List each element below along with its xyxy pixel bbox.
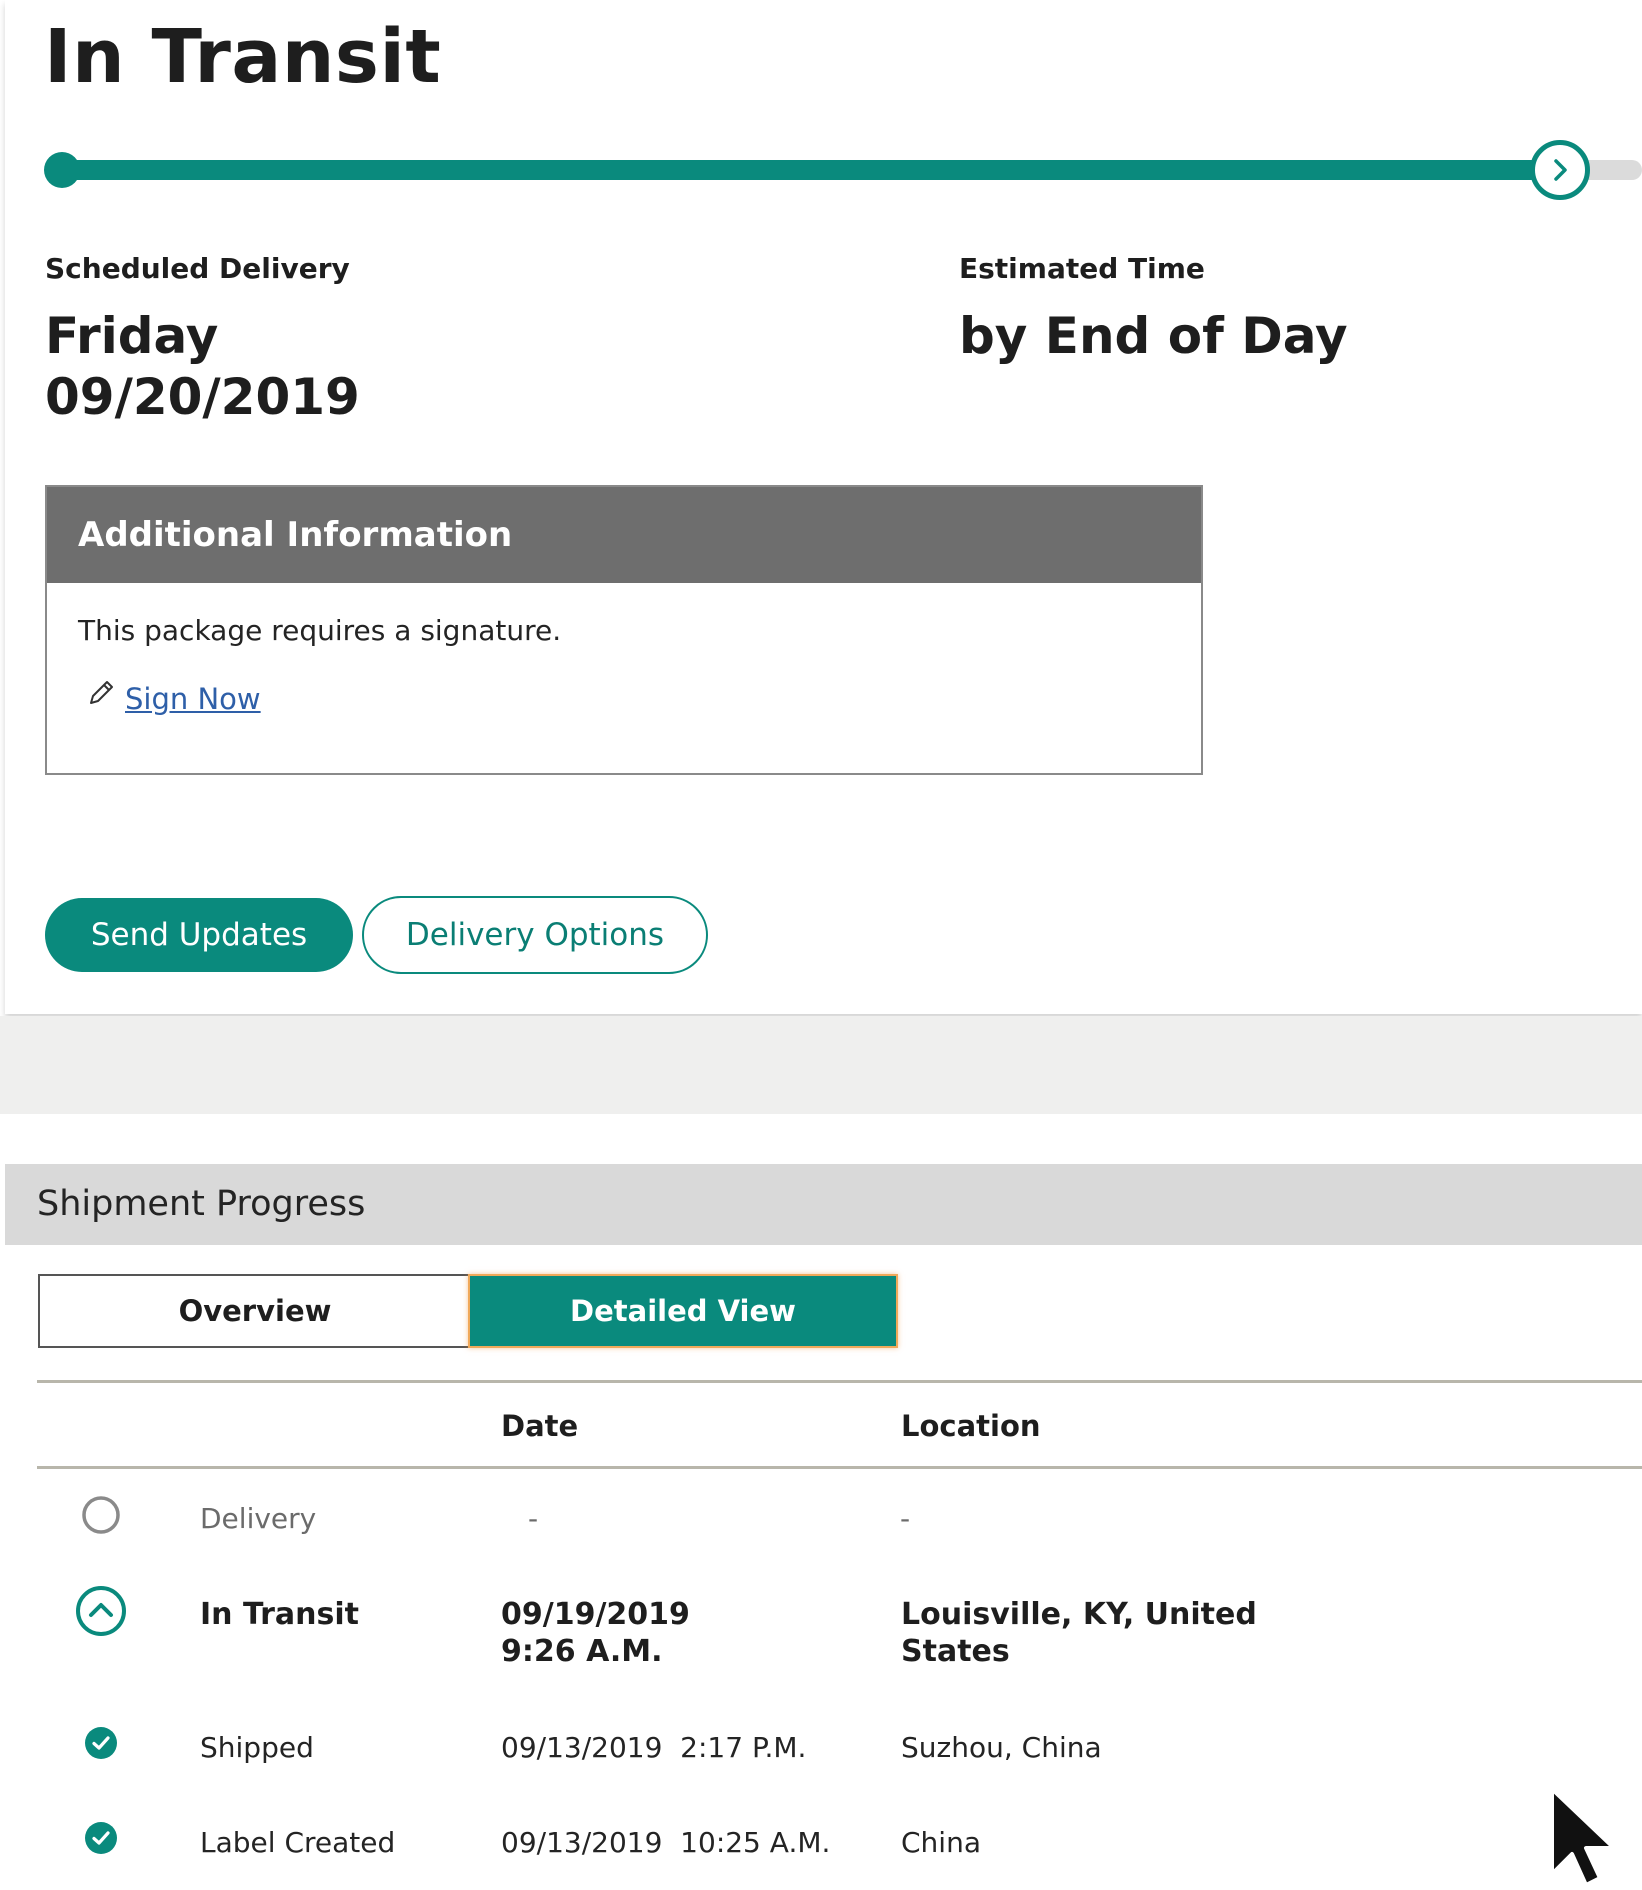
mouse-cursor-icon <box>1550 1787 1616 1887</box>
event-location-line2: States <box>901 1634 1010 1669</box>
tab-detailed-view[interactable]: Detailed View <box>468 1274 898 1348</box>
additional-info-header: Additional Information <box>47 487 1201 583</box>
location-column-header: Location <box>901 1409 1041 1443</box>
progress-track-fill <box>62 160 1563 180</box>
event-status: In Transit <box>200 1597 360 1632</box>
event-date: - <box>528 1502 539 1535</box>
event-time: 9:26 A.M. <box>501 1634 663 1669</box>
chevron-right-icon <box>1554 159 1567 181</box>
table-top-rule <box>37 1380 1642 1383</box>
event-status: Label Created <box>200 1826 396 1859</box>
pencil-icon <box>90 681 113 704</box>
event-location: Louisville, KY, United <box>901 1597 1257 1632</box>
chevron-up-circle-icon[interactable] <box>74 1584 128 1638</box>
event-status: Shipped <box>200 1731 314 1764</box>
event-location: China <box>901 1826 981 1859</box>
scheduled-delivery-label: Scheduled Delivery <box>45 252 350 285</box>
check-circle-icon <box>85 1727 117 1759</box>
sign-now-link[interactable]: Sign Now <box>125 682 261 716</box>
send-updates-button[interactable]: Send Updates <box>45 898 353 972</box>
progress-current-marker <box>1530 140 1590 200</box>
shipment-progress-header: Shipment Progress <box>5 1164 1642 1245</box>
scheduled-delivery-day: Friday <box>45 307 219 365</box>
event-date: 09/13/2019 10:25 A.M. <box>501 1826 831 1859</box>
tab-overview[interactable]: Overview <box>38 1274 470 1348</box>
check-circle-icon <box>85 1822 117 1854</box>
shipment-progress-title: Shipment Progress <box>37 1184 366 1224</box>
event-date: 09/13/2019 2:17 P.M. <box>501 1731 807 1764</box>
event-date: 09/19/2019 <box>501 1597 690 1632</box>
estimated-time-value: by End of Day <box>959 307 1348 365</box>
section-divider <box>0 1016 1642 1114</box>
date-column-header: Date <box>501 1409 579 1443</box>
estimated-time-label: Estimated Time <box>959 252 1205 285</box>
progress-start-dot <box>44 152 80 188</box>
empty-circle-icon <box>82 1496 120 1534</box>
scheduled-delivery-date: 09/20/2019 <box>45 368 360 426</box>
signature-required-text: This package requires a signature. <box>78 614 562 647</box>
delivery-options-button[interactable]: Delivery Options <box>362 896 708 974</box>
additional-info-box: Additional Information This package requ… <box>45 485 1203 775</box>
event-location: - <box>900 1502 911 1535</box>
table-header-rule <box>37 1466 1642 1469</box>
event-status: Delivery <box>200 1502 317 1535</box>
status-title: In Transit <box>44 14 442 100</box>
event-location: Suzhou, China <box>901 1731 1102 1764</box>
